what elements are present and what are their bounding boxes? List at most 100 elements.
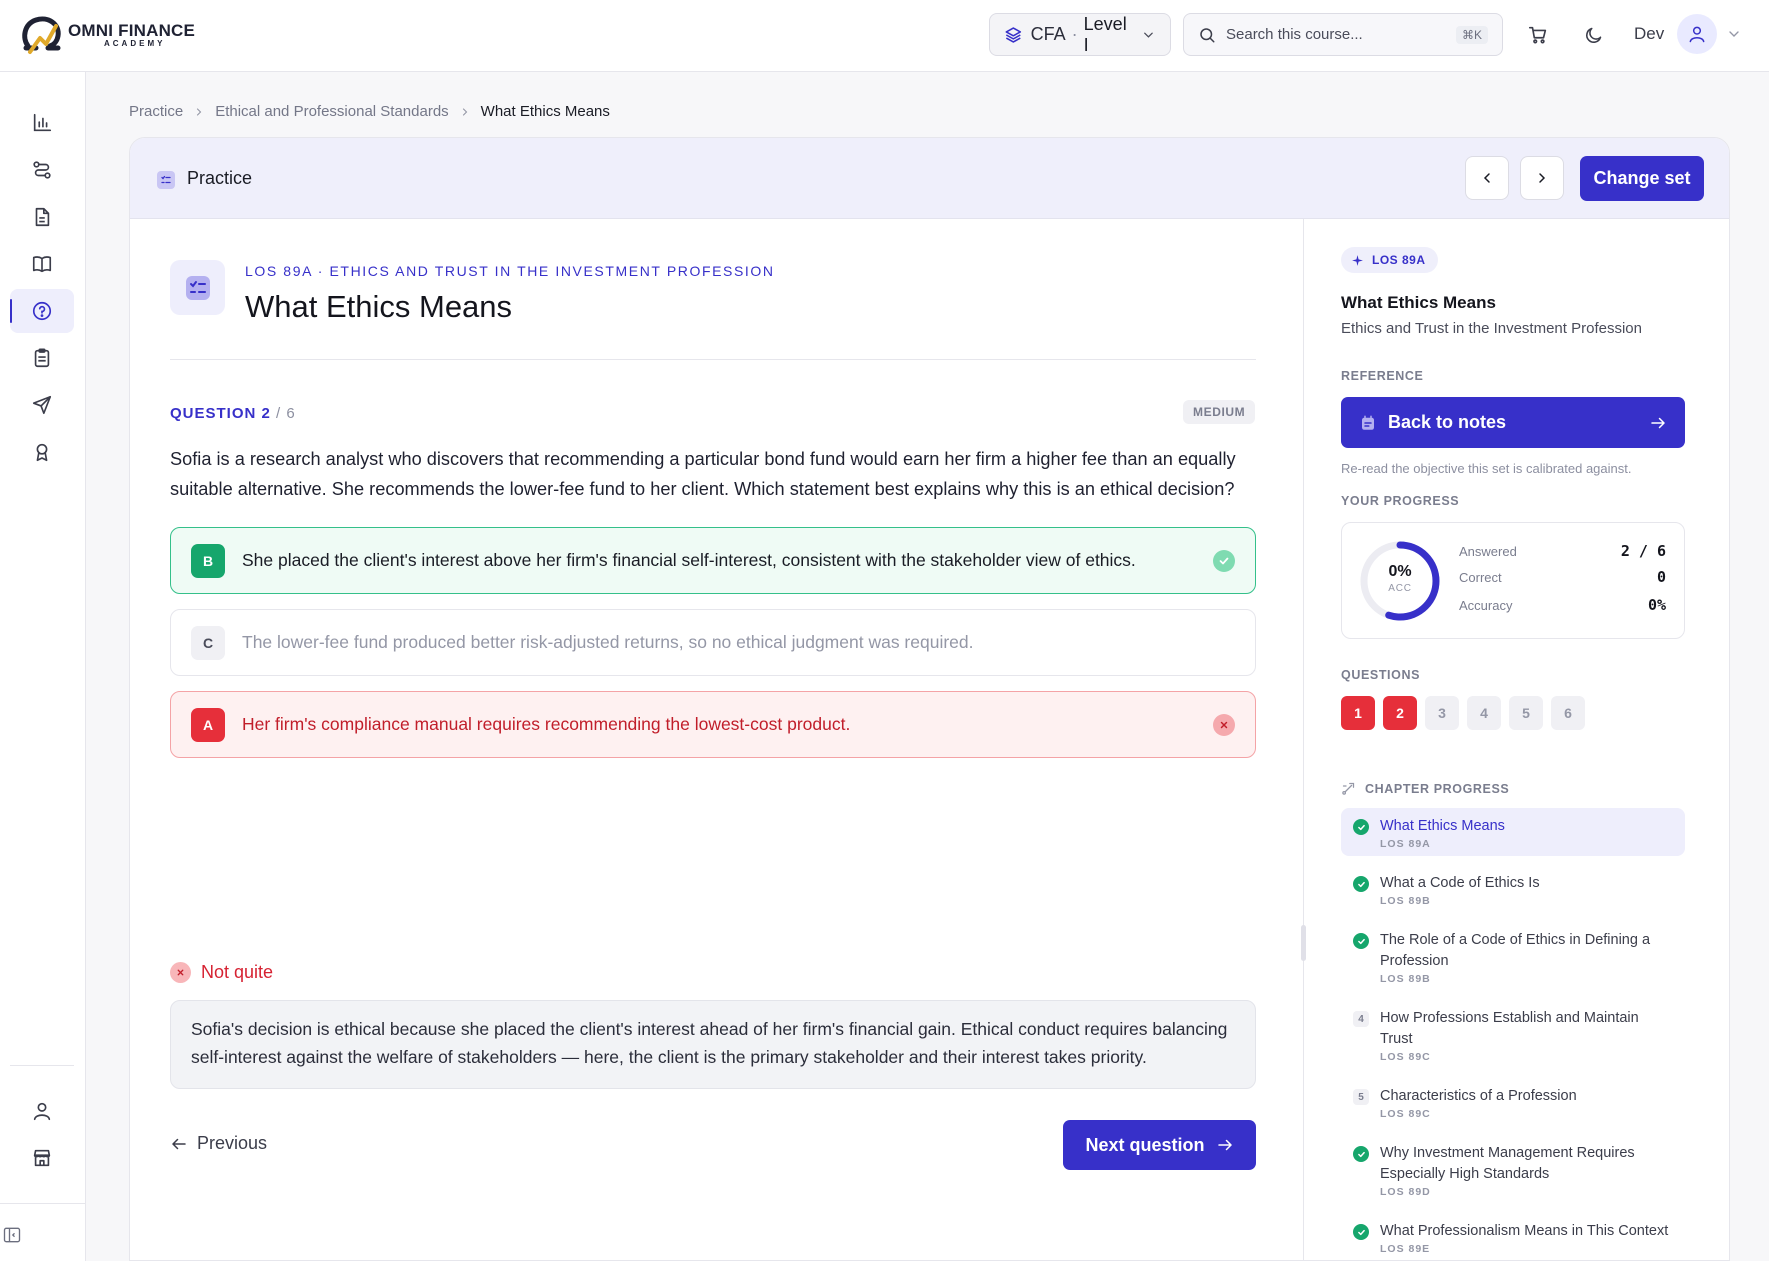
cart-icon xyxy=(1528,26,1547,44)
theme-toggle-button[interactable] xyxy=(1578,20,1608,50)
chapter-item-7[interactable]: What Professionalism Means in This Conte… xyxy=(1341,1213,1685,1260)
progress-card: 0% ACC Answered 2 / 6 Correct 0 Accuracy… xyxy=(1341,522,1685,639)
question-chip-2[interactable]: 2 xyxy=(1383,696,1417,730)
stat-value: 0% xyxy=(1647,596,1666,614)
next-question-button[interactable]: Next question xyxy=(1063,1120,1256,1170)
chapter-los: LOS 89A xyxy=(1380,838,1431,850)
chapter-progress-text: CHAPTER PROGRESS xyxy=(1365,781,1510,796)
rail-analytics[interactable] xyxy=(10,101,74,145)
los-badge: LOS 89A xyxy=(1341,247,1438,273)
user-name[interactable]: Dev xyxy=(1634,24,1664,44)
feedback-title: Not quite xyxy=(170,962,273,983)
progress-label: YOUR PROGRESS xyxy=(1341,494,1460,508)
bar-chart-icon xyxy=(33,113,52,132)
side-panel: LOS 89A What Ethics Means Ethics and Tru… xyxy=(1304,219,1729,1260)
chapter-los: LOS 89B xyxy=(1380,973,1431,985)
chapter-title: How Professions Establish and Maintain T… xyxy=(1380,1010,1639,1047)
question-chip-3[interactable]: 3 xyxy=(1425,696,1459,730)
option-letter: B xyxy=(191,543,225,578)
question-total: / 6 xyxy=(276,405,296,422)
avatar[interactable] xyxy=(1677,14,1717,54)
previous-button[interactable]: Previous xyxy=(170,1133,267,1154)
calendar-icon xyxy=(1362,415,1374,430)
chapter-item-2[interactable]: What a Code of Ethics Is LOS 89B xyxy=(1341,865,1685,913)
route-icon xyxy=(33,161,51,179)
left-rail xyxy=(0,72,86,1261)
check-circle-icon xyxy=(1353,933,1369,949)
question-number: QUESTION 2 / 6 xyxy=(170,405,296,422)
chapter-item-6[interactable]: Why Investment Management Requires Espec… xyxy=(1341,1135,1685,1204)
stat-value: 0 xyxy=(1656,568,1666,586)
question-chip-1[interactable]: 1 xyxy=(1341,696,1375,730)
stat-label: Accuracy xyxy=(1459,597,1513,613)
los-line: LOS 89A · ETHICS AND TRUST IN THE INVEST… xyxy=(245,263,775,279)
chapter-item-4[interactable]: 4 How Professions Establish and Maintain… xyxy=(1341,1000,1685,1069)
accuracy-ring xyxy=(1360,541,1440,621)
breadcrumb-practice[interactable]: Practice xyxy=(129,103,183,120)
page-title: What Ethics Means xyxy=(245,289,513,324)
chapter-los: LOS 89C xyxy=(1380,1051,1431,1063)
rail-achievements[interactable] xyxy=(10,430,74,474)
cart-button[interactable] xyxy=(1523,20,1553,50)
chapter-title: The Role of a Code of Ethics in Defining… xyxy=(1380,932,1651,969)
course-prefix: CFA xyxy=(1030,24,1066,44)
rail-profile[interactable] xyxy=(10,1089,74,1133)
answer-option-c[interactable]: C The lower-fee fund produced better ris… xyxy=(170,609,1256,676)
option-letter: C xyxy=(191,625,225,660)
chapter-item-1[interactable]: What Ethics Means LOS 89A xyxy=(1341,808,1685,856)
chapter-title: What Professionalism Means in This Conte… xyxy=(1380,1223,1669,1239)
check-circle-icon xyxy=(1353,1146,1369,1162)
rail-practice[interactable] xyxy=(10,289,74,333)
reference-label: REFERENCE xyxy=(1341,369,1424,383)
chapter-number-badge: 5 xyxy=(1353,1089,1369,1105)
chevron-down-icon[interactable] xyxy=(1726,26,1742,42)
chapter-title: What Ethics Means xyxy=(1380,818,1505,834)
rail-notes[interactable] xyxy=(10,195,74,239)
chevron-right-icon xyxy=(197,107,202,116)
document-icon xyxy=(35,207,50,227)
answer-option-b[interactable]: B She placed the client's interest above… xyxy=(170,527,1256,594)
chevron-left-icon xyxy=(1483,173,1490,183)
next-set-button[interactable] xyxy=(1520,156,1564,200)
chapter-title: Why Investment Management Requires Espec… xyxy=(1380,1145,1635,1182)
layers-icon xyxy=(1005,26,1022,43)
chapter-los: LOS 89C xyxy=(1380,1108,1431,1120)
difficulty-badge: MEDIUM xyxy=(1183,400,1256,424)
chevron-down-icon xyxy=(1144,32,1153,38)
rail-mock-exams[interactable] xyxy=(10,336,74,380)
rail-roadmap[interactable] xyxy=(10,148,74,192)
divider xyxy=(170,359,1256,360)
change-set-button[interactable]: Change set xyxy=(1580,156,1704,201)
rail-library[interactable] xyxy=(10,242,74,286)
award-icon xyxy=(36,443,48,462)
chapter-item-3[interactable]: The Role of a Code of Ethics in Defining… xyxy=(1341,922,1685,991)
book-icon xyxy=(32,256,52,273)
search-input[interactable]: Search this course... ⌘K xyxy=(1183,13,1503,56)
breadcrumb: Practice Ethical and Professional Standa… xyxy=(129,103,610,120)
breadcrumb-chapter[interactable]: Ethical and Professional Standards xyxy=(215,103,448,120)
course-selector[interactable]: CFA · Level I xyxy=(989,13,1171,56)
prev-set-button[interactable] xyxy=(1465,156,1509,200)
accuracy-value: 0% xyxy=(1388,563,1412,580)
back-notes-label: Back to notes xyxy=(1388,412,1507,432)
logo-title: OMNI FINANCE xyxy=(68,21,196,40)
question-chip-5[interactable]: 5 xyxy=(1509,696,1543,730)
chapter-item-5[interactable]: 5 Characteristics of a Profession LOS 89… xyxy=(1341,1078,1685,1126)
answer-option-a[interactable]: A Her firm's compliance manual requires … xyxy=(170,691,1256,758)
chapter-title: Characteristics of a Profession xyxy=(1380,1088,1577,1104)
practice-card: Practice Change set LOS 89A · ETHICS AND… xyxy=(129,137,1730,1261)
collapse-sidebar-icon[interactable] xyxy=(2,1225,22,1245)
option-letter: A xyxy=(191,707,225,742)
logo[interactable]: OMNI FINANCE ACADEMY xyxy=(20,12,195,58)
question-chip-6[interactable]: 6 xyxy=(1551,696,1585,730)
clipboard-icon xyxy=(34,348,50,368)
option-text: The lower-fee fund produced better risk-… xyxy=(242,632,974,652)
rail-store[interactable] xyxy=(10,1136,74,1180)
rail-send[interactable] xyxy=(10,383,74,427)
back-to-notes-button[interactable]: Back to notes xyxy=(1341,397,1685,448)
omega-logo-icon xyxy=(22,16,61,54)
question-chip-4[interactable]: 4 xyxy=(1467,696,1501,730)
question-set-icon xyxy=(170,260,225,315)
progress-route-icon xyxy=(1342,782,1355,795)
question-text: Sofia is a research analyst who discover… xyxy=(170,449,1236,499)
